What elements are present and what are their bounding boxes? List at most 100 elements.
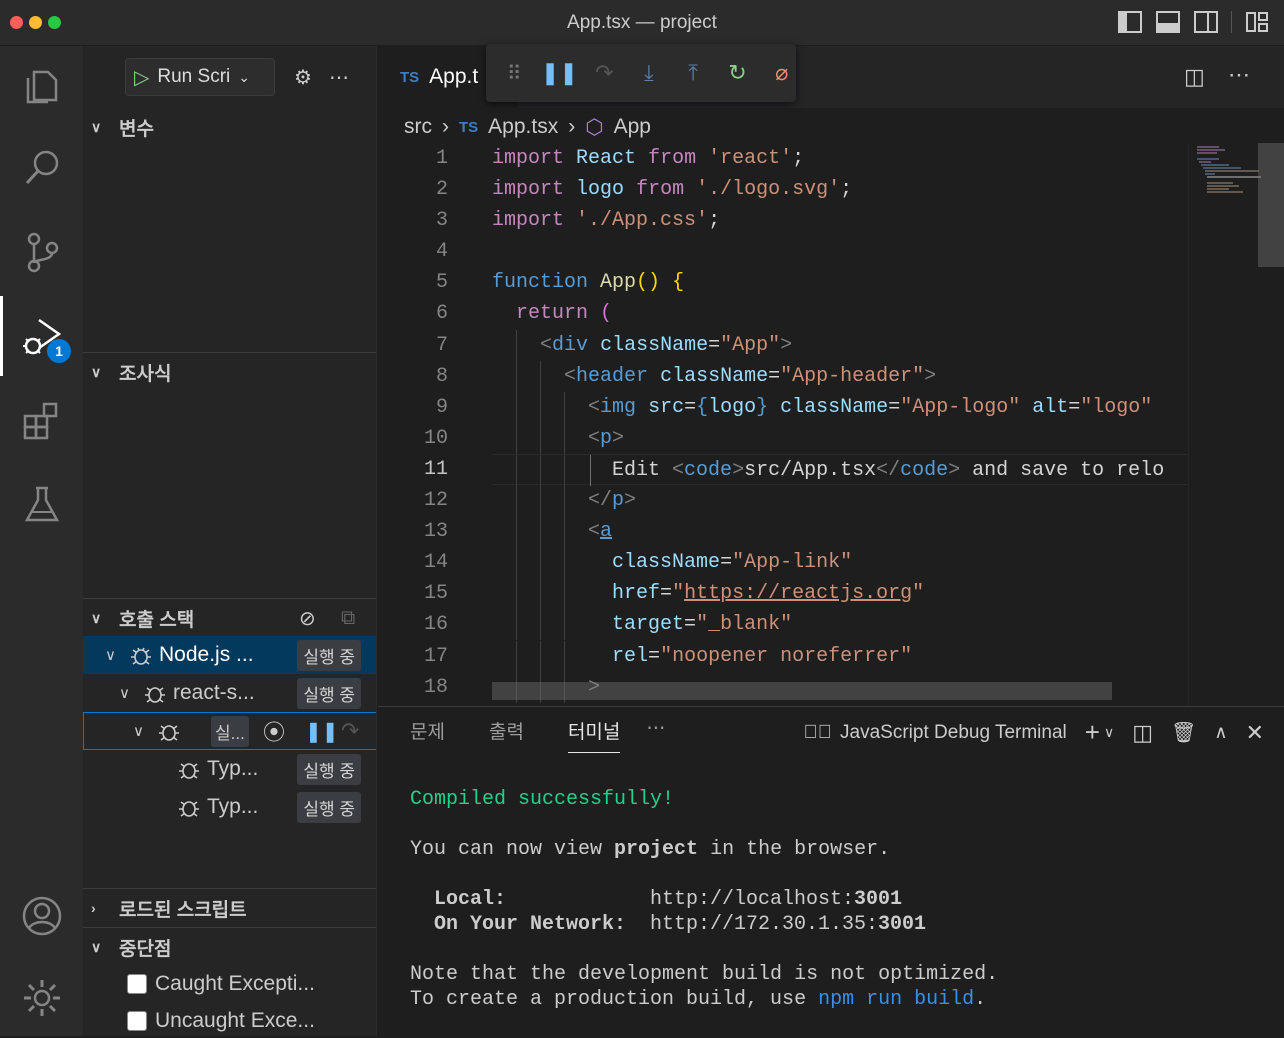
breadcrumb-symbol[interactable]: App [614,115,651,139]
step-over-icon[interactable]: ↷ [590,58,618,88]
terminal-line: Note that the development build is not o… [410,963,999,986]
panel-actions: ▷⃞ JavaScript Debug Terminal + ∨ ◫ 🗑 ∧ ✕ [804,717,1264,748]
more-actions-icon[interactable]: ⋯ [1228,62,1250,88]
line-number: 18 [423,675,448,699]
drag-handle-icon[interactable]: ⠿ [500,58,528,88]
editor-tab-label: App.t [429,65,479,88]
toggle-panel-icon[interactable] [1155,10,1181,34]
maximize-panel-chevron-up-icon[interactable]: ∧ [1214,722,1227,743]
chevron-right-icon: › [91,900,96,916]
breakpoint-checkbox[interactable] [127,1011,147,1031]
compass-icon[interactable]: ⊘ [299,606,316,631]
pause-icon[interactable]: ❚❚ [541,58,578,88]
close-panel-icon[interactable]: ✕ [1246,720,1264,746]
line-number: 10 [423,426,448,450]
step-over-icon[interactable]: ↷ [341,718,359,744]
terminal-text: npm run build [818,988,975,1011]
manage-gear-icon[interactable] [0,958,83,1038]
breadcrumb-folder[interactable]: src [404,115,432,139]
chevron-down-icon: ⌄ [238,68,250,85]
extensions-icon[interactable] [0,380,83,460]
call-stack-item[interactable]: ∨ Node.js ... 실행 중 [83,636,376,674]
customize-layout-icon[interactable] [1244,10,1270,34]
more-tabs-icon[interactable]: ⋯ [646,717,665,753]
bug-icon [177,795,201,819]
watch-section-header[interactable]: ∨ 조사식 [83,353,376,391]
toggle-primary-sidebar-icon[interactable] [1117,10,1143,34]
code-area[interactable]: import React from 'react'; import logo f… [492,143,1188,703]
terminal-text: 3001 [878,913,927,936]
horizontal-scrollbar[interactable] [492,682,1112,700]
call-stack-item[interactable]: Typ... 실행 중 [83,788,376,826]
terminal-line: On Your Network: http://172.30.1.35:3001 [410,912,998,937]
call-stack-item[interactable]: Typ... 실행 중 [83,750,376,788]
explorer-icon[interactable] [0,46,83,126]
chevron-down-icon: ∨ [91,363,102,380]
restart-icon[interactable]: ↻ [723,58,751,88]
vertical-scrollbar[interactable] [1258,143,1284,267]
focus-session-icon[interactable]: ⦿ [263,715,285,747]
more-actions-icon[interactable]: ⋯ [321,59,357,95]
line-number: 4 [435,240,448,264]
source-control-icon[interactable] [0,212,83,292]
loaded-scripts-section-header[interactable]: › 로드된 스크립트 [83,889,376,927]
terminal-name[interactable]: JavaScript Debug Terminal [840,722,1067,744]
chevron-down-icon[interactable]: ∨ [1104,724,1114,741]
step-out-icon[interactable]: ⤒ [679,58,707,88]
breakpoint-label: Uncaught Exce... [155,1009,315,1032]
step-into-icon[interactable]: ⤓ [635,58,663,88]
call-stack-item[interactable]: ∨ react-s... 실행 중 [83,674,376,712]
code-line: function App() { [492,271,685,295]
status-badge: 실행 중 [297,791,361,823]
chevron-down-icon: ∨ [91,609,102,626]
terminal-text: http://172.30.1.35: [650,913,879,936]
title-bar: App.tsx — project [0,0,1284,46]
search-icon[interactable] [0,128,83,208]
run-and-debug-icon[interactable]: 1 [0,296,83,376]
status-badge: 실행 중 [297,753,361,785]
debug-sidebar: ▷ Run Scri ⌄ ⚙ ⋯ ∨ 변수 ∨ 조사식 ∨ 호출 스택 ⊘ ⧉ … [83,46,377,1036]
terminal-text: Local: [410,888,507,911]
open-launch-json-gear-icon[interactable]: ⚙ [285,59,321,95]
breakpoints-section-header[interactable]: ∨ 중단점 [83,928,376,966]
new-terminal-plus-icon[interactable]: + [1085,717,1100,748]
pause-icon[interactable]: ❚❚ [305,719,339,744]
breadcrumb-file[interactable]: App.tsx [488,115,558,139]
split-editor-icon[interactable]: ◫ [1184,64,1205,90]
toggle-secondary-sidebar-icon[interactable] [1193,10,1219,34]
call-stack-item[interactable]: ∨ 실... ⦿ ❚❚ ↷ [83,712,376,750]
testing-icon[interactable] [0,464,83,544]
line-number-current: 11 [423,457,448,481]
tab-problems[interactable]: 문제 [410,717,445,753]
run-config-select[interactable]: ▷ Run Scri ⌄ [125,58,275,96]
line-number: 12 [423,489,448,513]
line-number: 16 [423,613,448,637]
typescript-file-icon: TS [459,118,479,136]
terminal-text: . [974,988,987,1011]
variables-section-header[interactable]: ∨ 변수 [83,108,376,146]
accounts-icon[interactable] [0,876,83,956]
call-stack-section-header[interactable]: ∨ 호출 스택 ⊘ ⧉ [83,599,376,637]
tab-terminal[interactable]: 터미널 [567,717,621,753]
terminal-icon: ▷⃞ [803,721,833,743]
debug-toolbar: ⠿ ❚❚ ↷ ⤓ ⤒ ↻ ⌀ [486,44,796,102]
terminal-line: To create a production build, use npm ru… [410,987,998,1012]
terminal-output[interactable]: Compiled successfully! You can now view … [410,787,998,1012]
breakpoint-item[interactable]: Caught Excepti... [127,966,315,1002]
call-stack-item-name: Typ... [207,757,259,780]
breakpoint-item[interactable]: Uncaught Exce... [127,1003,315,1036]
trash-icon[interactable]: 🗑 [1171,720,1196,745]
start-debugging-icon[interactable]: ▷ [134,65,149,90]
breakpoint-checkbox[interactable] [127,974,147,994]
tab-output[interactable]: 출력 [489,717,524,753]
line-number: 14 [423,551,448,575]
terminal-text: in the browser. [698,838,891,861]
disconnect-icon[interactable]: ⌀ [768,58,796,88]
chevron-down-icon: ∨ [105,647,116,664]
call-stack-item-name: Typ... [207,795,259,818]
split-terminal-icon[interactable]: ◫ [1132,720,1153,746]
call-stack-section-title: 호출 스택 [119,609,195,631]
collapse-all-icon[interactable]: ⧉ [341,607,355,630]
